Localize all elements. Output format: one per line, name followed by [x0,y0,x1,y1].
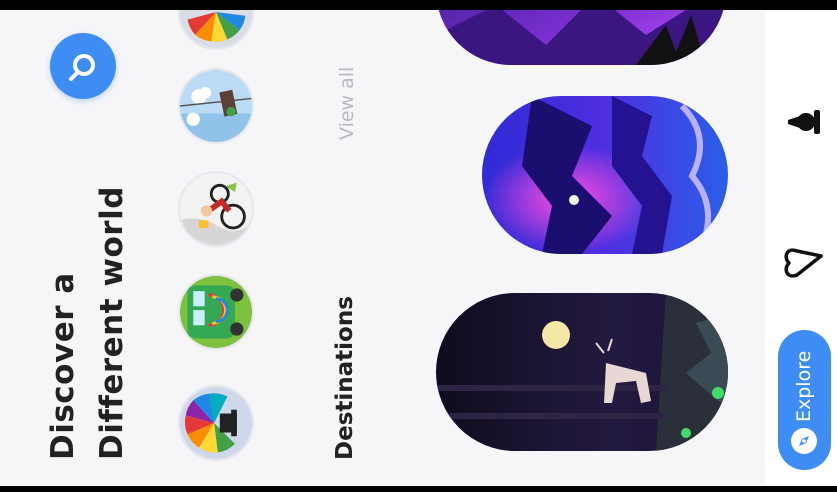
category-camper-van[interactable] [178,274,254,350]
profile-icon [788,110,820,134]
app-screen: Discover a Different world Destinations … [0,10,837,486]
page-title-line2: Different world [94,186,130,460]
category-gondola[interactable] [178,68,254,144]
camper-van-image [180,276,252,348]
violet-mountains-image [436,10,726,65]
category-balloon-partial[interactable] [178,10,254,50]
nav-explore-label: Explore [793,350,815,422]
destination-card-violet-mountains[interactable] [436,10,726,65]
destination-card-deer-moon-night[interactable] [436,293,728,451]
nav-favorites[interactable] [780,232,828,280]
gondola-image [180,70,252,142]
search-icon [69,54,95,81]
deer-moon-night-image [436,293,728,451]
nav-profile[interactable] [784,90,824,154]
nav-explore-icon-wrap [788,425,820,457]
balloon-partial-image [180,10,252,48]
section-title: Destinations [332,296,358,460]
destination-card-purple-canyon[interactable] [482,96,728,254]
category-cycling[interactable] [178,171,254,247]
category-hot-air-balloon[interactable] [178,385,254,461]
page-title-line1: Discover a [45,272,81,460]
purple-canyon-image [482,96,728,254]
compass-icon [791,428,817,454]
view-all-link[interactable]: View all [336,67,358,140]
search-button[interactable] [50,33,116,99]
cycling-image [180,173,252,245]
hot-air-balloon-image [180,387,252,459]
heart-icon [784,248,823,278]
